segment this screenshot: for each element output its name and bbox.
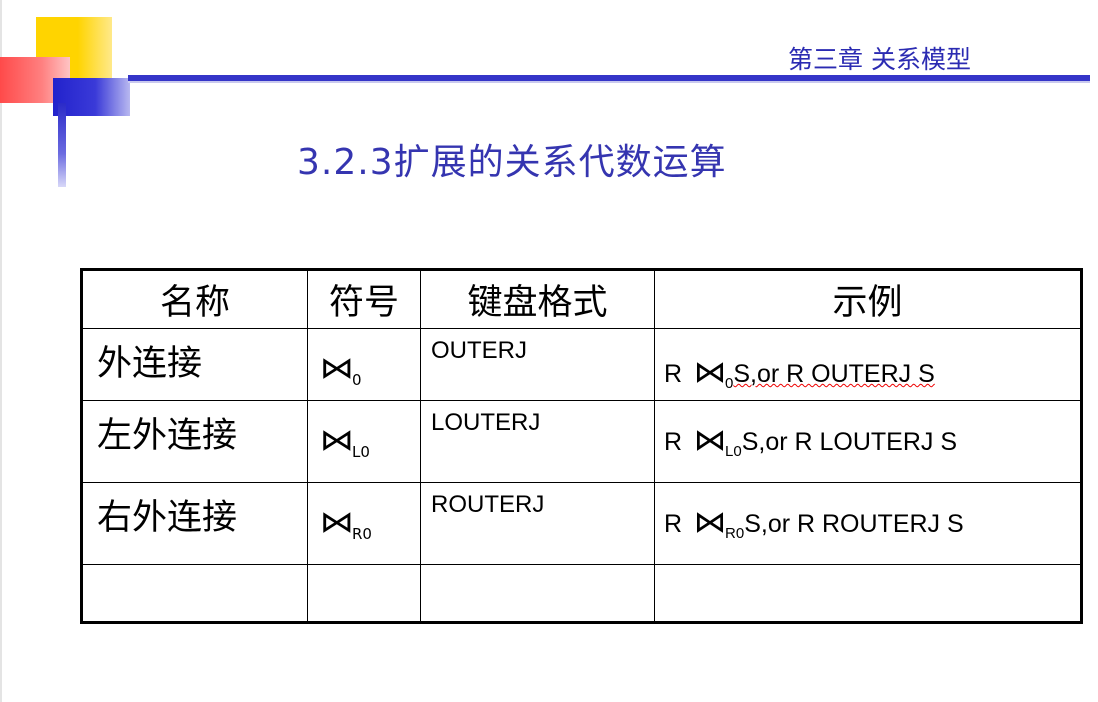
join-symbol: ⋈L0 [308, 401, 420, 461]
bowtie-icon: ⋈ [319, 505, 355, 540]
symbol-cell: ⋈0 [307, 328, 421, 401]
symbol-cell: ⋈R0 [307, 482, 421, 565]
example-cell: R ⋈0S,or R OUTERJ S [654, 328, 1082, 401]
bowtie-icon: ⋈ [319, 351, 355, 386]
header-keyboard: 键盘格式 [420, 269, 655, 329]
bowtie-icon: ⋈ [319, 423, 355, 458]
operations-table: 名称 符号 键盘格式 示例 外连接 ⋈0 OUTERJ R ⋈0S,or R O… [80, 268, 1083, 624]
slide-left-edge [0, 0, 2, 702]
keyboard-cell: ROUTERJ [420, 482, 655, 565]
example-tail: S,or R OUTERJ S [733, 360, 935, 388]
keyboard-format: OUTERJ [431, 337, 527, 364]
table-row-empty [81, 564, 1082, 623]
example: R ⋈L0S,or R LOUTERJ S [655, 401, 1080, 460]
example: R ⋈0S,or R OUTERJ S [655, 329, 1080, 392]
header-symbol: 符号 [307, 269, 421, 329]
decor-vertical-bar [58, 103, 66, 187]
example-tail: S,or R LOUTERJ S [741, 428, 958, 456]
example-tail: S,or R ROUTERJ S [744, 510, 964, 538]
example-subscript: R0 [725, 525, 745, 542]
symbol-cell: ⋈L0 [307, 400, 421, 483]
table-row: 左外连接 ⋈L0 LOUTERJ R ⋈L0S,or R LOUTERJ S [81, 400, 1082, 483]
example-cell: R ⋈R0S,or R ROUTERJ S [654, 482, 1082, 565]
keyboard-format: ROUTERJ [431, 491, 545, 518]
name-cell: 左外连接 [81, 400, 308, 483]
name-cell: 外连接 [81, 328, 308, 401]
empty-cell [654, 564, 1082, 623]
header-example: 示例 [654, 269, 1082, 329]
bowtie-icon: ⋈ [693, 424, 727, 457]
header-rule-shadow [128, 81, 1090, 83]
keyboard-format: LOUTERJ [431, 409, 541, 436]
bowtie-icon: ⋈ [693, 506, 727, 539]
empty-cell [81, 564, 308, 623]
symbol-subscript: L0 [352, 443, 370, 461]
slide-title: 3.2.3扩展的关系代数运算 [297, 142, 727, 183]
symbol-subscript: R0 [352, 525, 372, 543]
keyboard-cell: LOUTERJ [420, 400, 655, 483]
table-header-row: 名称 符号 键盘格式 示例 [81, 269, 1082, 329]
op-name: 外连接 [97, 344, 203, 384]
table-row: 右外连接 ⋈R0 ROUTERJ R ⋈R0S,or R ROUTERJ S [81, 482, 1082, 565]
bowtie-icon: ⋈ [693, 356, 727, 389]
join-symbol: ⋈R0 [308, 483, 420, 543]
example: R ⋈R0S,or R ROUTERJ S [655, 483, 1080, 542]
chapter-label: 第三章 关系模型 [788, 45, 971, 74]
example-relation: R [664, 360, 683, 388]
example-subscript: L0 [725, 443, 742, 460]
example-relation: R [664, 510, 683, 538]
name-cell: 右外连接 [81, 482, 308, 565]
table-row: 外连接 ⋈0 OUTERJ R ⋈0S,or R OUTERJ S [81, 328, 1082, 401]
example-relation: R [664, 428, 683, 456]
op-name: 右外连接 [97, 498, 238, 538]
op-name: 左外连接 [97, 416, 238, 456]
header-name: 名称 [81, 269, 308, 329]
keyboard-cell: OUTERJ [420, 328, 655, 401]
join-symbol: ⋈0 [308, 329, 420, 389]
example-cell: R ⋈L0S,or R LOUTERJ S [654, 400, 1082, 483]
empty-cell [420, 564, 655, 623]
empty-cell [307, 564, 421, 623]
